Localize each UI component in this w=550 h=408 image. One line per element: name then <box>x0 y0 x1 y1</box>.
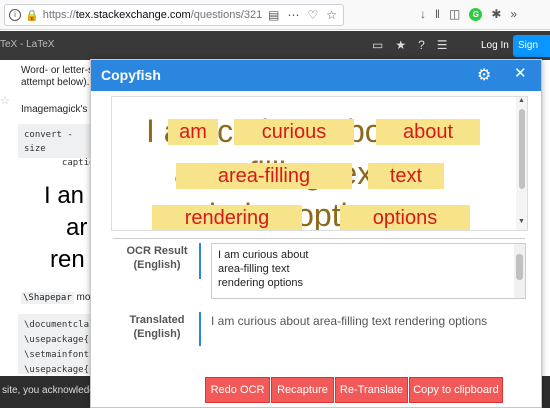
ocr-word-highlight[interactable]: am <box>168 119 218 145</box>
label-accent-bar <box>199 312 201 346</box>
library-icon[interactable]: ‖ <box>435 7 440 21</box>
ocr-result-textarea[interactable]: I am curious about area-filling text ren… <box>211 243 526 299</box>
overflow-chevron-icon[interactable]: » <box>510 7 517 21</box>
question-paragraph: Word- or letter-s attempt below). <box>21 65 94 88</box>
address-bar[interactable]: i 🔒 https://tex.stackexchange.com/questi… <box>4 4 344 26</box>
ocr-word-highlight[interactable]: text <box>368 163 444 189</box>
trophy-icon[interactable]: ★ <box>395 38 406 52</box>
copyfish-extension-icon[interactable]: ✱ <box>491 7 501 21</box>
ocr-word-highlight[interactable]: rendering <box>152 205 302 230</box>
ocr-result-scrollbar[interactable] <box>514 244 525 298</box>
scrollbar-thumb[interactable] <box>516 254 523 280</box>
copyfish-dialog: Copyfish ⚙ ✕ I am curious about area-fil… <box>90 59 542 408</box>
scrollbar-thumb[interactable] <box>519 109 525 189</box>
url-text[interactable]: https://tex.stackexchange.com/questions/… <box>43 9 263 21</box>
ocr-word-highlight[interactable]: area-filling <box>176 163 352 189</box>
close-icon[interactable]: ✕ <box>514 64 527 82</box>
signup-button[interactable]: Sign Up <box>513 35 550 73</box>
download-icon[interactable]: ↓ <box>420 7 426 21</box>
favorite-star-icon[interactable]: ☆ <box>0 94 10 107</box>
question-paragraph: Imagemagick's <box>21 104 88 115</box>
dialog-title: Copyfish <box>101 67 161 83</box>
ocr-result-label: OCR Result (English) <box>126 245 188 271</box>
action-buttons: Redo OCR Recapture Re-Translate Copy to … <box>205 377 504 403</box>
lock-icon[interactable]: 🔒 <box>25 9 39 22</box>
inbox-icon[interactable]: ▭ <box>372 38 383 52</box>
translated-label: Translated (English) <box>129 314 185 340</box>
site-topbar: TeX - LaTeX ▭ ★ ? ☰ Log In Sign Up <box>0 31 550 73</box>
captured-image-pane[interactable]: I am curious about area-filling text ren… <box>111 96 528 231</box>
ocr-word-highlight[interactable]: about <box>376 119 480 145</box>
divider <box>113 238 525 239</box>
help-icon[interactable]: ? <box>418 38 425 52</box>
code-block: \documentclass \usepackage{fo \setmainfo… <box>18 314 98 374</box>
gear-icon[interactable]: ⚙ <box>477 65 491 85</box>
question-paragraph: \Shapepar mod <box>21 292 97 304</box>
reader-view-icon[interactable]: ▤ <box>268 8 279 22</box>
translated-text[interactable]: I am curious about area-filling text ren… <box>211 314 487 328</box>
example-image: I an ar ren <box>44 182 88 273</box>
browser-toolbar: i 🔒 https://tex.stackexchange.com/questi… <box>0 0 550 30</box>
pocket-icon[interactable]: ♡ <box>307 8 318 22</box>
code-block: convert -size captio <box>18 124 98 168</box>
more-actions-icon[interactable]: ⋯ <box>287 8 299 22</box>
retranslate-button[interactable]: Re-Translate <box>335 377 408 403</box>
recapture-button[interactable]: Recapture <box>271 377 334 403</box>
label-accent-bar <box>199 243 201 279</box>
ocr-word-highlight[interactable]: options <box>340 205 470 230</box>
copy-to-clipboard-button[interactable]: Copy to clipboard <box>409 377 503 403</box>
scroll-down-icon[interactable]: ▼ <box>518 218 525 225</box>
ocr-word-highlight[interactable]: curious <box>234 119 354 145</box>
info-icon[interactable]: i <box>9 9 21 21</box>
bookmark-star-icon[interactable]: ☆ <box>326 8 337 22</box>
scroll-up-icon[interactable]: ▲ <box>518 97 525 104</box>
site-switcher-icon[interactable]: ☰ <box>437 38 448 52</box>
sidebar-icon[interactable]: ◫ <box>449 7 460 21</box>
image-pane-scrollbar[interactable]: ▲ ▼ <box>516 97 527 230</box>
redo-ocr-button[interactable]: Redo OCR <box>205 377 270 403</box>
login-link[interactable]: Log In <box>481 40 509 51</box>
site-name[interactable]: TeX - LaTeX <box>0 39 54 50</box>
copyfish-header: Copyfish ⚙ ✕ <box>91 60 541 91</box>
extension-icon[interactable]: G <box>469 7 483 21</box>
